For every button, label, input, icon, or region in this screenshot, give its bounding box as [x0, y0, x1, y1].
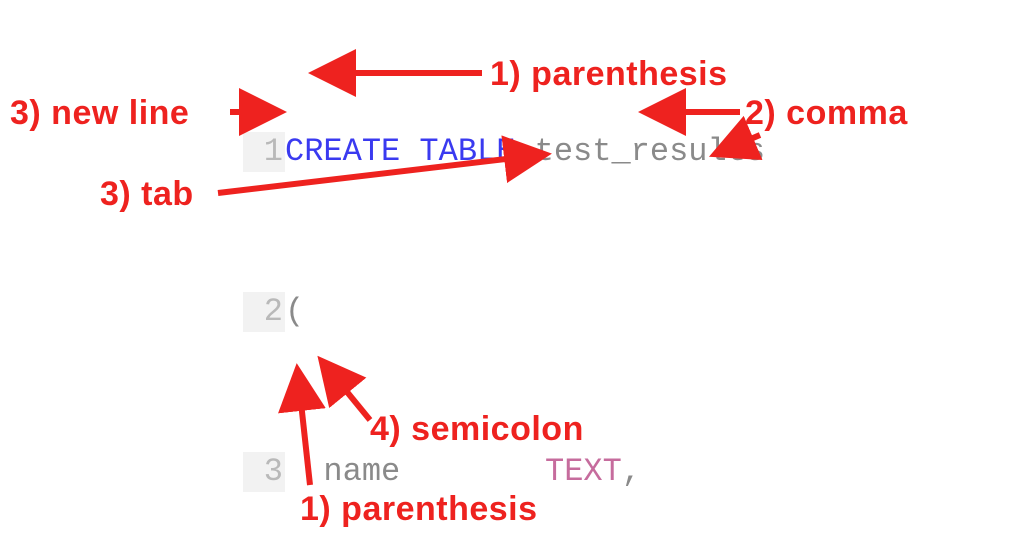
sql-punct-comma: ,: [622, 452, 641, 492]
diagram-stage: 1CREATE TABLE test_results 2( 3 name TEXT…: [0, 0, 1024, 547]
annotation-comma: 2) comma: [745, 94, 908, 133]
annotation-parenthesis-top: 1) parenthesis: [490, 55, 728, 94]
annotation-semicolon: 4) semicolon: [370, 410, 584, 449]
annotation-parenthesis-bot: 1) parenthesis: [300, 490, 538, 529]
sql-type: TEXT: [545, 452, 622, 492]
line-number: 2: [243, 292, 285, 332]
code-line: 1CREATE TABLE test_results: [243, 132, 765, 172]
sql-column-name: name: [323, 453, 400, 490]
sql-identifier: test_results: [535, 132, 765, 172]
annotation-tab: 3) tab: [100, 175, 194, 214]
line-number: 1: [243, 132, 285, 172]
line-number: 3: [243, 452, 285, 492]
sql-keyword: CREATE TABLE: [285, 132, 535, 172]
annotation-new-line: 3) new line: [10, 94, 189, 133]
sql-punct-open-paren: (: [285, 292, 304, 332]
sql-column-name: [285, 453, 323, 490]
code-line: 2(: [243, 292, 765, 332]
code-line: 3 name TEXT,: [243, 452, 765, 492]
